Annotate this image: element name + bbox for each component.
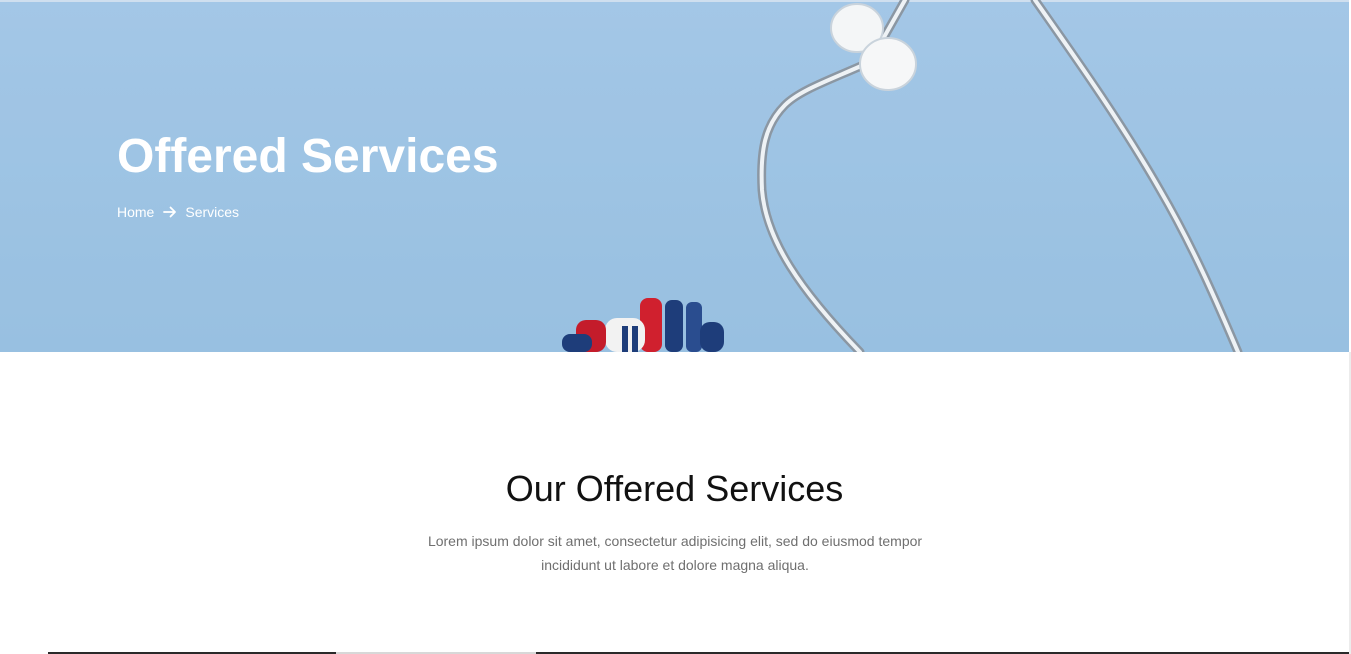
arrow-right-icon [163, 206, 177, 218]
section-description: Lorem ipsum dolor sit amet, consectetur … [427, 533, 923, 573]
breadcrumb: Home Services [117, 203, 239, 221]
page-title: Offered Services [117, 130, 499, 183]
services-page: Offered Services Home Services Our Offer… [0, 0, 1351, 654]
breadcrumb-home-link[interactable]: Home [117, 203, 154, 221]
page-banner: Offered Services Home Services [0, 0, 1349, 352]
breadcrumb-current: Services [185, 204, 240, 220]
section-title: Our Offered Services [505, 468, 844, 509]
